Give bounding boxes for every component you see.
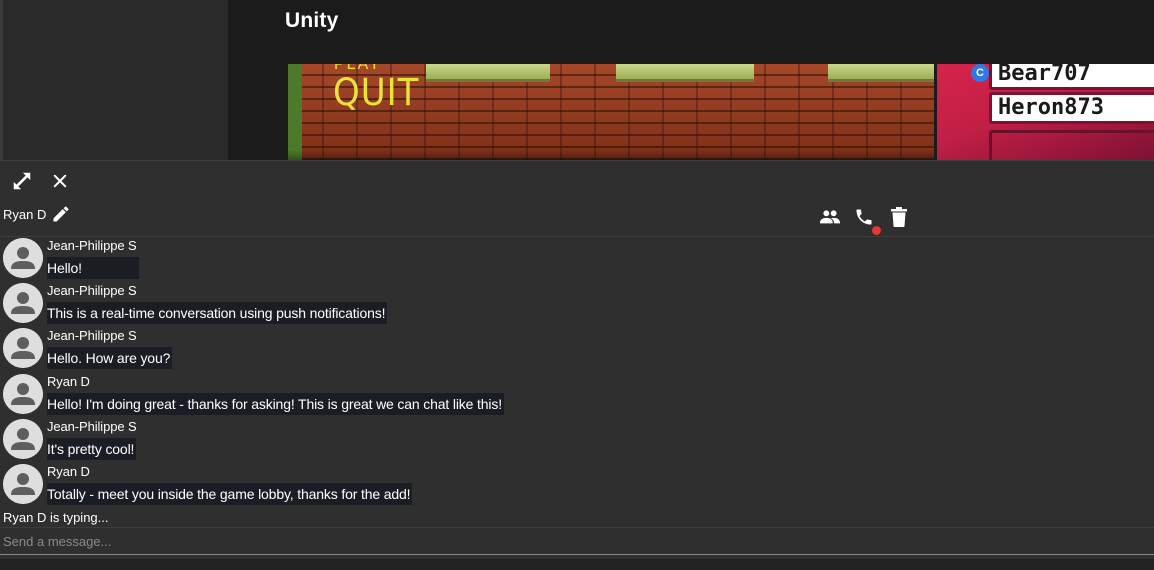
avatar [3,464,43,504]
game-window [426,64,550,82]
input-divider [0,527,1154,528]
message-text: It's pretty cool! [47,438,137,460]
message-item: Ryan D Hello! I'm doing great - thanks f… [0,373,1154,418]
left-sidebar [0,0,228,160]
close-icon [53,174,67,188]
message-item: Jean-Philippe S This is a real-time conv… [0,282,1154,327]
game-leaderboard: C Bear707 Heron873 [937,64,1154,160]
avatar [3,374,43,414]
avatar [3,238,43,278]
message-input[interactable] [0,529,1154,555]
game-wall [288,64,302,160]
message-item: Ryan D Totally - meet you inside the gam… [0,463,1154,508]
phone-icon [856,209,872,225]
people-icon [819,210,841,224]
message-item: Jean-Philippe S It's pretty cool! [0,418,1154,463]
edit-title-button[interactable] [50,203,72,225]
person-icon [3,283,43,323]
avatar [3,328,43,368]
person-icon [3,464,43,504]
message-sender: Ryan D [47,464,90,479]
sidebar-edge [0,0,3,160]
leaderboard-player: Heron873 [989,92,1154,124]
app-root: Unity PLAY QUIT C Bear707 Heron873 Ryan [0,0,1154,570]
person-icon [3,374,43,414]
message-sender: Jean-Philippe S [47,328,137,343]
message-sender: Jean-Philippe S [47,238,137,253]
message-text: This is a real-time conversation using p… [47,302,388,324]
delete-button[interactable] [888,205,910,229]
close-button[interactable] [48,169,72,193]
members-button[interactable] [818,207,842,227]
call-status-indicator [871,225,882,236]
message-sender: Ryan D [47,374,90,389]
game-window [828,64,934,82]
conversation-title: Ryan D [3,207,47,222]
message-sender: Jean-Philippe S [47,419,137,434]
person-icon [3,328,43,368]
avatar [3,419,43,459]
expand-button[interactable] [10,169,34,193]
leaderboard-player: Bear707 [989,64,1154,90]
game-menu-quit: QUIT [333,71,420,115]
message-item: Jean-Philippe S Hello! [0,237,1154,282]
message-text: Hello! I'm doing great - thanks for aski… [47,393,504,415]
game-window [616,64,754,82]
message-text: Hello! [47,257,139,279]
message-text: Hello. How are you? [47,347,173,369]
game-floor [288,150,934,160]
page-title: Unity [285,9,339,32]
person-icon [3,238,43,278]
chat-panel: Ryan D Jean-Philippe S Hello! Jean-Phili… [0,160,1154,570]
leaderboard-badge: C [971,64,989,82]
pencil-icon [53,206,69,222]
message-item: Jean-Philippe S Hello. How are you? [0,327,1154,372]
message-sender: Jean-Philippe S [47,283,137,298]
trash-icon [891,207,907,227]
game-preview: PLAY QUIT [288,64,934,160]
expand-icon [13,172,31,190]
leaderboard-empty-slot [989,130,1154,160]
avatar [3,283,43,323]
message-text: Totally - meet you inside the game lobby… [47,483,413,505]
typing-indicator: Ryan D is typing... [3,510,109,525]
bottom-bar [0,559,1154,570]
person-icon [3,419,43,459]
